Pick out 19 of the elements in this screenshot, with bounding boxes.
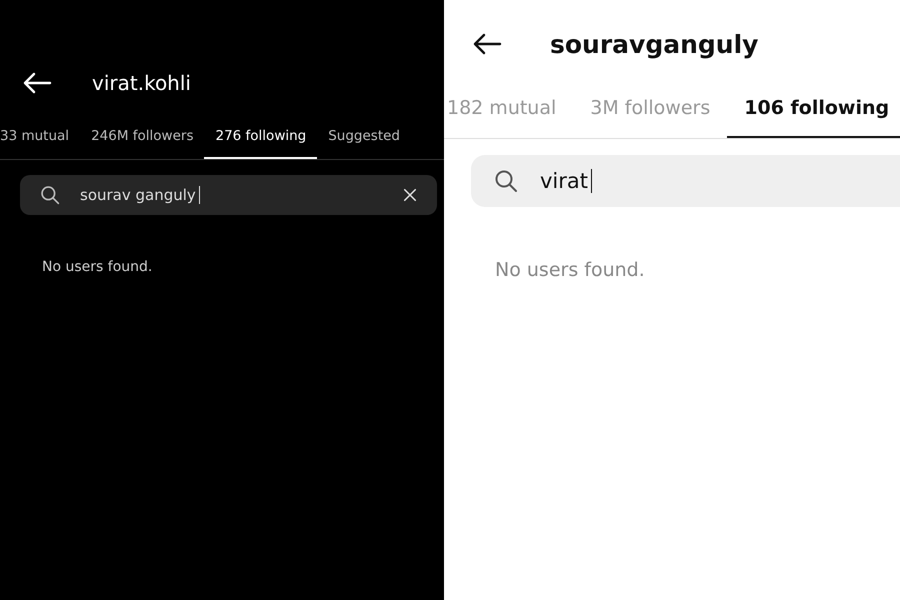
profile-tab[interactable]: 276 following [204, 116, 318, 159]
search-text: sourav ganguly [80, 186, 196, 204]
profile-tab[interactable]: 33 mutual [0, 116, 80, 159]
profile-username: souravganguly [550, 30, 758, 58]
search-icon [40, 185, 60, 205]
profile-username: virat.kohli [92, 71, 191, 95]
profile-tab[interactable]: Suggested [317, 116, 412, 159]
empty-message: No users found. [42, 259, 154, 275]
text-cursor [198, 186, 200, 204]
profile-tab[interactable]: 246M followers [80, 116, 204, 159]
text-cursor [591, 169, 592, 193]
search-field[interactable]: virat [471, 155, 900, 207]
empty-message: No users found. [495, 259, 646, 281]
close-icon[interactable] [403, 188, 417, 202]
search-field[interactable]: sourav ganguly [20, 175, 437, 215]
search-icon [494, 169, 518, 193]
search-text: virat [540, 169, 588, 193]
back-arrow-icon[interactable] [472, 33, 502, 55]
profile-tab[interactable]: 106 following [727, 83, 900, 138]
